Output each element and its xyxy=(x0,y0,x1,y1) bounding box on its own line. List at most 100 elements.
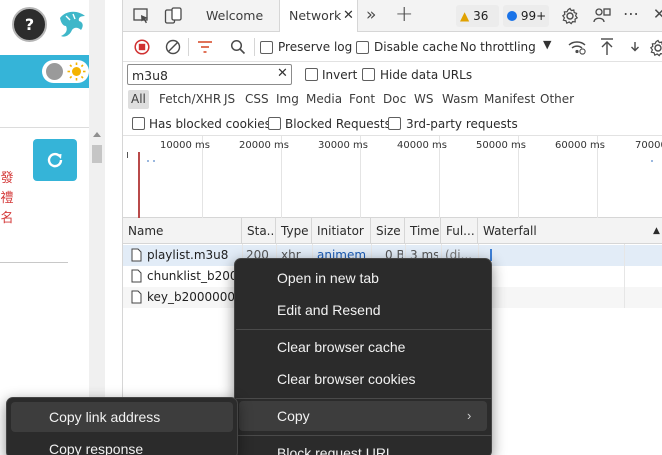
throttling-select[interactable]: No throttling ▼ xyxy=(454,36,556,58)
file-icon xyxy=(131,248,142,262)
separator xyxy=(254,38,255,56)
column-status[interactable]: Sta... xyxy=(242,218,276,244)
warnings-badge[interactable]: ▲ 36 xyxy=(456,5,499,27)
column-fulfilled[interactable]: Ful... xyxy=(441,218,478,244)
theme-toggle[interactable] xyxy=(42,60,89,83)
add-tab-icon[interactable]: + xyxy=(395,2,413,27)
clear-filter-icon[interactable]: ✕ xyxy=(277,66,288,81)
type-filter-wasm[interactable]: Wasm xyxy=(442,90,478,109)
tab-network[interactable]: Network ✕ xyxy=(279,0,358,33)
blocked-requests-label: Blocked Requests xyxy=(285,117,391,131)
type-filter-js[interactable]: JS xyxy=(224,90,235,109)
record-stop-icon[interactable] xyxy=(134,39,150,55)
inspect-element-icon[interactable] xyxy=(133,8,150,24)
cjk-char: 發 xyxy=(0,171,14,186)
column-waterfall[interactable]: Waterfall ▲ xyxy=(478,218,662,244)
hide-data-urls-checkbox[interactable] xyxy=(362,68,375,81)
type-filter-all[interactable]: All xyxy=(128,90,149,109)
type-filter-doc[interactable]: Doc xyxy=(383,90,406,109)
filter-input[interactable]: m3u8 ✕ xyxy=(127,64,292,85)
blocked-cookies-label: Has blocked cookies xyxy=(149,117,271,131)
issues-badge[interactable]: 99+ xyxy=(503,5,549,27)
blocked-cookies-checkbox[interactable] xyxy=(132,117,145,130)
menu-item-open-in-new-tab[interactable]: Open in new tab xyxy=(235,263,491,293)
customize-people-icon[interactable] xyxy=(593,7,611,25)
network-toolbar: Preserve log Disable cache No throttling… xyxy=(123,32,662,62)
preserve-log-checkbox[interactable] xyxy=(260,41,273,54)
type-filter-manifest[interactable]: Manifest xyxy=(484,90,535,109)
network-settings-gear-icon[interactable] xyxy=(649,39,662,57)
settings-gear-icon[interactable] xyxy=(561,7,579,25)
column-label: Time xyxy=(410,224,440,238)
filter-bar: m3u8 ✕ Invert Hide data URLs xyxy=(123,62,662,88)
refresh-button[interactable] xyxy=(33,139,77,181)
menu-item-block-request-url[interactable]: Block request URL xyxy=(235,438,491,455)
more-options-icon[interactable]: ⋯ xyxy=(623,4,640,23)
column-label: Initiator xyxy=(317,224,364,238)
timeline-dot xyxy=(147,160,149,162)
toggle-knob xyxy=(46,63,63,80)
column-name[interactable]: Name xyxy=(123,218,242,244)
divider xyxy=(0,127,89,128)
third-party-checkbox[interactable] xyxy=(388,117,401,130)
close-tab-icon[interactable]: ✕ xyxy=(343,0,354,32)
throttling-value: No throttling xyxy=(460,40,536,54)
type-filter-ws[interactable]: WS xyxy=(414,90,433,109)
import-upload-icon[interactable] xyxy=(600,38,614,56)
filter-icon[interactable] xyxy=(197,41,213,53)
device-emulation-icon[interactable] xyxy=(164,7,182,25)
sun-icon xyxy=(67,62,86,81)
close-devtools-icon[interactable]: ✕ xyxy=(653,5,662,23)
scroll-up-arrow-icon[interactable] xyxy=(93,132,101,137)
page-scrollbar[interactable] xyxy=(89,0,105,455)
column-label: Type xyxy=(281,224,309,238)
menu-item-clear-browser-cookies[interactable]: Clear browser cookies xyxy=(235,364,491,394)
column-label: Ful... xyxy=(446,224,475,238)
type-filter-font[interactable]: Font xyxy=(349,90,375,109)
blocked-requests-checkbox[interactable] xyxy=(268,117,281,130)
type-filter-media[interactable]: Media xyxy=(306,90,342,109)
tab-welcome[interactable]: Welcome xyxy=(193,0,269,32)
file-icon xyxy=(131,269,142,283)
timeline-dot xyxy=(651,160,653,162)
sort-ascending-icon: ▲ xyxy=(653,226,660,236)
menu-item-edit-and-resend[interactable]: Edit and Resend xyxy=(235,295,491,325)
column-type[interactable]: Type xyxy=(276,218,312,244)
disable-cache-checkbox[interactable] xyxy=(356,41,369,54)
cjk-char: 禮 xyxy=(0,191,14,206)
more-tabs-chevron-icon[interactable]: » xyxy=(366,5,376,25)
third-party-label: 3rd-party requests xyxy=(406,117,518,131)
avatar-glyph: ? xyxy=(24,15,35,34)
disable-cache-label: Disable cache xyxy=(374,40,458,54)
timeline-marker xyxy=(127,152,128,158)
menu-item-copy-link-address[interactable]: Copy link address xyxy=(11,402,233,432)
user-avatar[interactable]: ? xyxy=(12,7,47,42)
type-filter-fetch-xhr[interactable]: Fetch/XHR xyxy=(159,90,221,109)
devtools-tabbar: Welcome Network ✕ » + ▲ 36 99+ ⋯ ✕ xyxy=(123,0,662,33)
column-initiator[interactable]: Initiator xyxy=(312,218,371,244)
timeline-overview[interactable]: 10000 ms 20000 ms 30000 ms 40000 ms 5000… xyxy=(123,136,662,218)
warnings-count: 36 xyxy=(473,9,489,23)
divider xyxy=(0,262,68,263)
scrollbar-thumb[interactable] xyxy=(92,145,102,163)
search-icon[interactable] xyxy=(230,39,246,55)
file-icon xyxy=(131,290,142,304)
type-filter-other[interactable]: Other xyxy=(540,90,574,109)
column-time[interactable]: Time xyxy=(405,218,441,244)
warning-icon: ▲ xyxy=(460,9,470,23)
network-conditions-wifi-icon[interactable] xyxy=(568,39,586,55)
request-name: key_b2000000... xyxy=(147,290,241,304)
menu-item-copy[interactable]: Copy › xyxy=(239,401,487,431)
timeline-tick: 40000 ms xyxy=(397,140,447,151)
tab-label: Welcome xyxy=(206,8,264,23)
type-filter-img[interactable]: Img xyxy=(276,90,299,109)
invert-checkbox[interactable] xyxy=(305,68,318,81)
request-name: chunklist_b200... xyxy=(147,269,241,283)
export-download-icon[interactable] xyxy=(630,41,640,55)
menu-item-copy-response[interactable]: Copy response xyxy=(7,434,237,455)
refresh-icon xyxy=(47,152,63,168)
menu-item-clear-browser-cache[interactable]: Clear browser cache xyxy=(235,332,491,362)
type-filter-css[interactable]: CSS xyxy=(245,90,269,109)
clear-icon[interactable] xyxy=(165,39,181,55)
column-size[interactable]: Size xyxy=(371,218,405,244)
